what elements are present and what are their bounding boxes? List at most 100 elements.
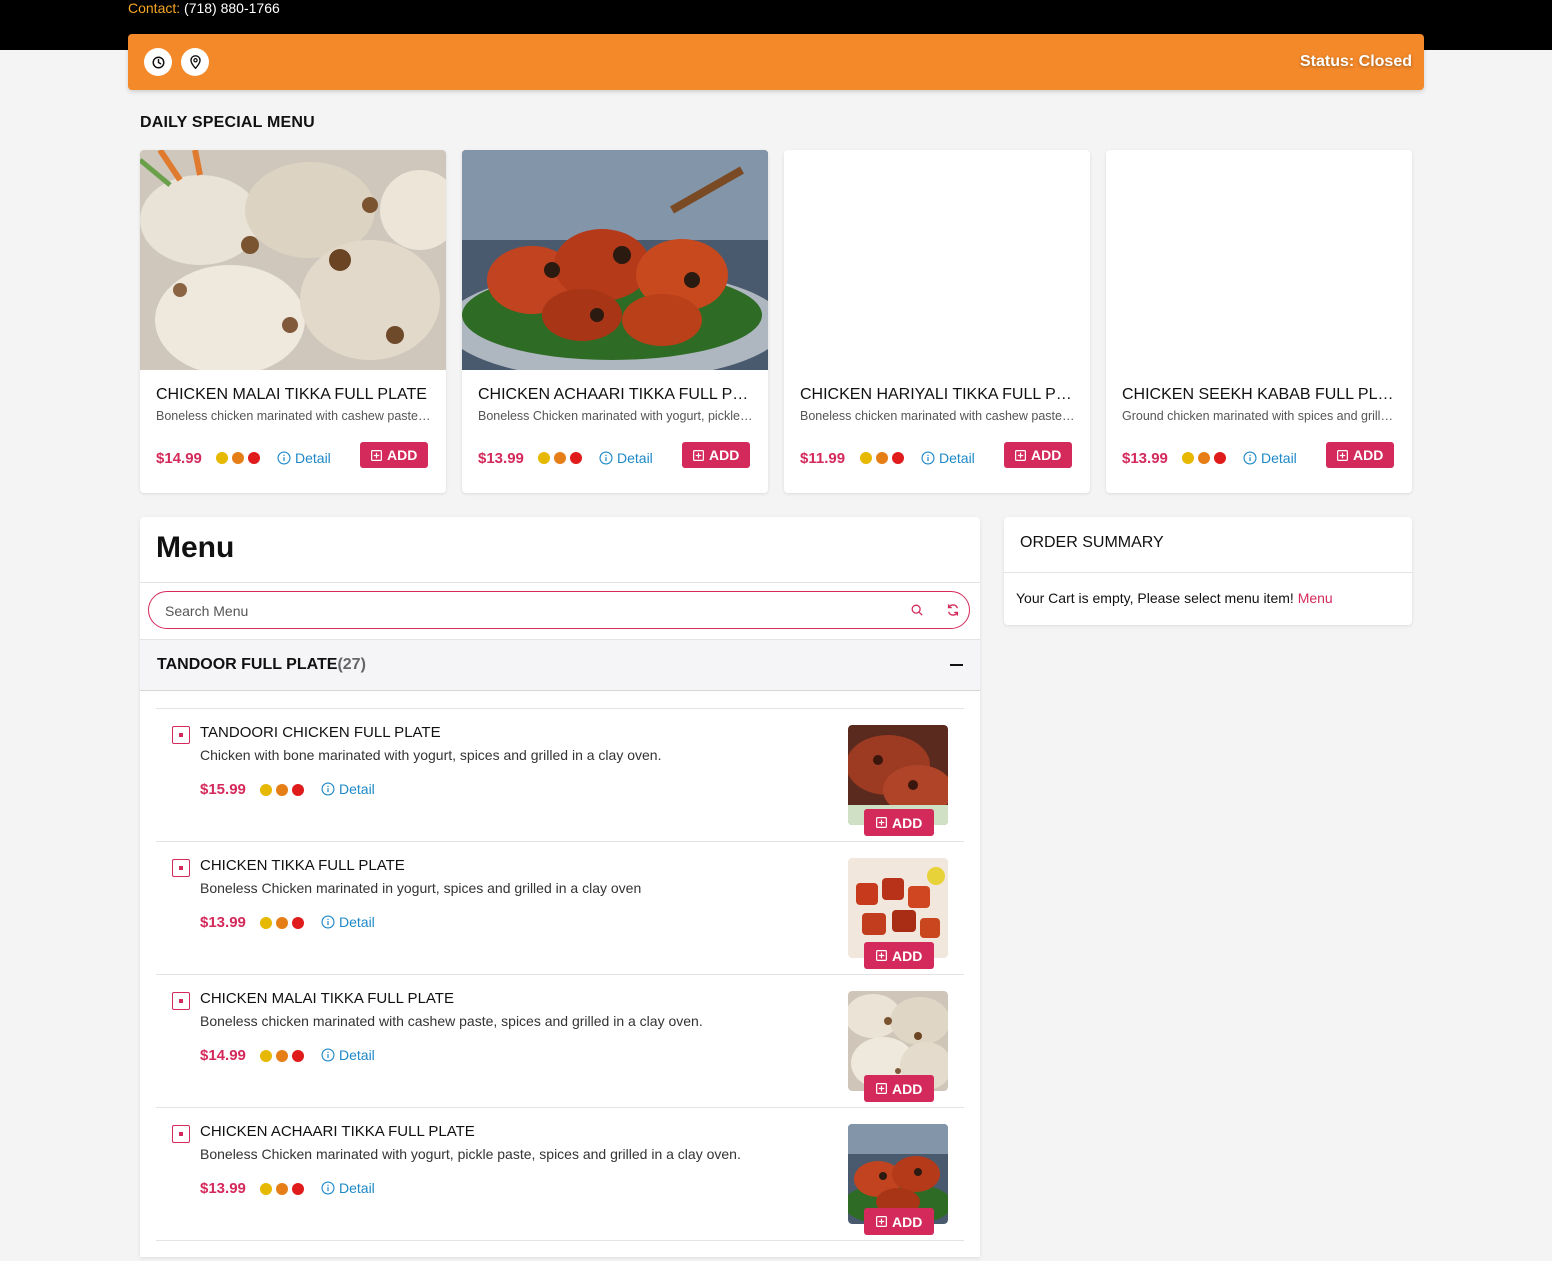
category-name: TANDOOR FULL PLATE [157,656,338,673]
divider [1004,572,1412,573]
hours-button[interactable] [144,48,172,76]
add-label: ADD [892,947,923,964]
refresh-icon[interactable] [946,603,960,617]
item-name: CHICKEN ACHAARI TIKKA FULL PLATE [200,1123,475,1140]
item-type-icon [172,726,190,744]
collapse-icon[interactable] [950,664,963,666]
dish-description: Boneless chicken marinated with cashew p… [800,409,1076,423]
plus-square-icon [876,950,887,961]
search-icon[interactable] [911,604,923,616]
item-description: Chicken with bone marinated with yogurt,… [200,747,662,763]
plus-square-icon [371,449,382,461]
dish-name: CHICKEN ACHAARI TIKKA FULL PLATE [478,386,754,403]
dish-image-placeholder [784,150,1090,370]
status-text: Status: Closed [1299,53,1412,70]
item-description: Boneless Chicken marinated in yogurt, sp… [200,880,642,896]
add-label: ADD [709,447,740,463]
detail-link[interactable]: Detail [321,1180,375,1196]
contact-label: Contact: [128,0,181,16]
item-type-icon [172,1125,190,1143]
detail-label: Detail [339,914,375,930]
dish-price: $11.99 [800,450,846,467]
item-price: $15.99 [200,781,246,798]
dish-description: Boneless Chicken marinated with yogurt, … [478,409,754,423]
info-icon [321,1181,335,1195]
add-button[interactable]: ADD [682,442,751,468]
dish-price: $13.99 [478,450,524,467]
detail-link[interactable]: Detail [599,450,653,466]
search-bar [148,591,970,629]
dish-name: CHICKEN SEEKH KABAB FULL PLATE [1122,386,1398,403]
detail-link[interactable]: Detail [321,914,375,930]
order-summary-panel: ORDER SUMMARY Your Cart is empty, Please… [1004,517,1412,625]
add-button[interactable]: ADD [864,809,935,836]
search-input[interactable] [163,600,867,622]
category-count: (27) [337,656,366,673]
item-description: Boneless Chicken marinated with yogurt, … [200,1146,741,1162]
clock-icon [151,55,165,69]
info-icon [1243,451,1257,465]
detail-link[interactable]: Detail [321,1047,375,1063]
detail-label: Detail [339,781,375,797]
add-label: ADD [892,814,923,831]
menu-link[interactable]: Menu [1298,590,1333,606]
plus-square-icon [876,817,887,828]
detail-label: Detail [339,1047,375,1063]
info-icon [321,1048,335,1062]
add-label: ADD [387,447,418,463]
menu-item: CHICKEN TIKKA FULL PLATE Boneless Chicke… [156,841,964,975]
spice-level-indicator [538,452,582,464]
contact-phone[interactable]: (718) 880-1766 [184,0,280,16]
order-summary-title: ORDER SUMMARY [1020,534,1164,551]
item-price: $13.99 [200,914,246,931]
menu-panel: Menu TANDOOR FULL PLATE(27) TANDOORI CHI… [140,517,980,1257]
divider [140,582,980,583]
location-pin-icon [189,55,201,69]
plus-square-icon [876,1216,887,1227]
spice-level-indicator [216,452,260,464]
dish-price: $13.99 [1122,450,1168,467]
info-icon [321,782,335,796]
add-button[interactable]: ADD [864,1075,935,1102]
add-label: ADD [892,1080,923,1097]
dish-description: Boneless chicken marinated with cashew p… [156,409,432,423]
detail-label: Detail [339,1180,375,1196]
item-type-icon [172,992,190,1010]
special-card: CHICKEN ACHAARI TIKKA FULL PLATE Boneles… [462,150,768,493]
add-button[interactable]: ADD [360,442,429,468]
add-button[interactable]: ADD [1004,442,1073,468]
add-label: ADD [892,1213,923,1230]
special-card: CHICKEN SEEKH KABAB FULL PLATE Ground ch… [1106,150,1412,493]
detail-link[interactable]: Detail [921,450,975,466]
info-icon [921,451,935,465]
add-button[interactable]: ADD [864,942,935,969]
category-header[interactable]: TANDOOR FULL PLATE(27) [140,639,980,691]
detail-link[interactable]: Detail [277,450,331,466]
item-price: $13.99 [200,1180,246,1197]
detail-link[interactable]: Detail [1243,450,1297,466]
add-button[interactable]: ADD [864,1208,935,1235]
category-title: TANDOOR FULL PLATE(27) [157,656,366,674]
spice-level-indicator [260,917,304,929]
location-button[interactable] [181,48,209,76]
add-label: ADD [1031,447,1062,463]
dish-description: Ground chicken marinated with spices and… [1122,409,1398,423]
plus-square-icon [693,449,704,461]
dish-name: CHICKEN MALAI TIKKA FULL PLATE [156,386,427,403]
detail-link[interactable]: Detail [321,781,375,797]
menu-title: Menu [156,531,235,564]
item-description: Boneless chicken marinated with cashew p… [200,1013,703,1029]
menu-item: CHICKEN MALAI TIKKA FULL PLATE Boneless … [156,974,964,1108]
dish-image [462,150,768,370]
info-icon [321,915,335,929]
plus-square-icon [1337,449,1348,461]
dish-name: CHICKEN HARIYALI TIKKA FULL PLATE [800,386,1076,403]
status-bar: Status: Closed [128,34,1424,90]
add-button[interactable]: ADD [1326,442,1395,468]
info-icon [599,451,613,465]
empty-cart-message: Your Cart is empty, Please select menu i… [1016,590,1333,606]
spice-level-indicator [260,1050,304,1062]
empty-cart-text: Your Cart is empty, Please select menu i… [1016,590,1294,606]
daily-special-title: DAILY SPECIAL MENU [140,114,315,131]
contact-info: Contact: (718) 880-1766 [128,0,280,17]
